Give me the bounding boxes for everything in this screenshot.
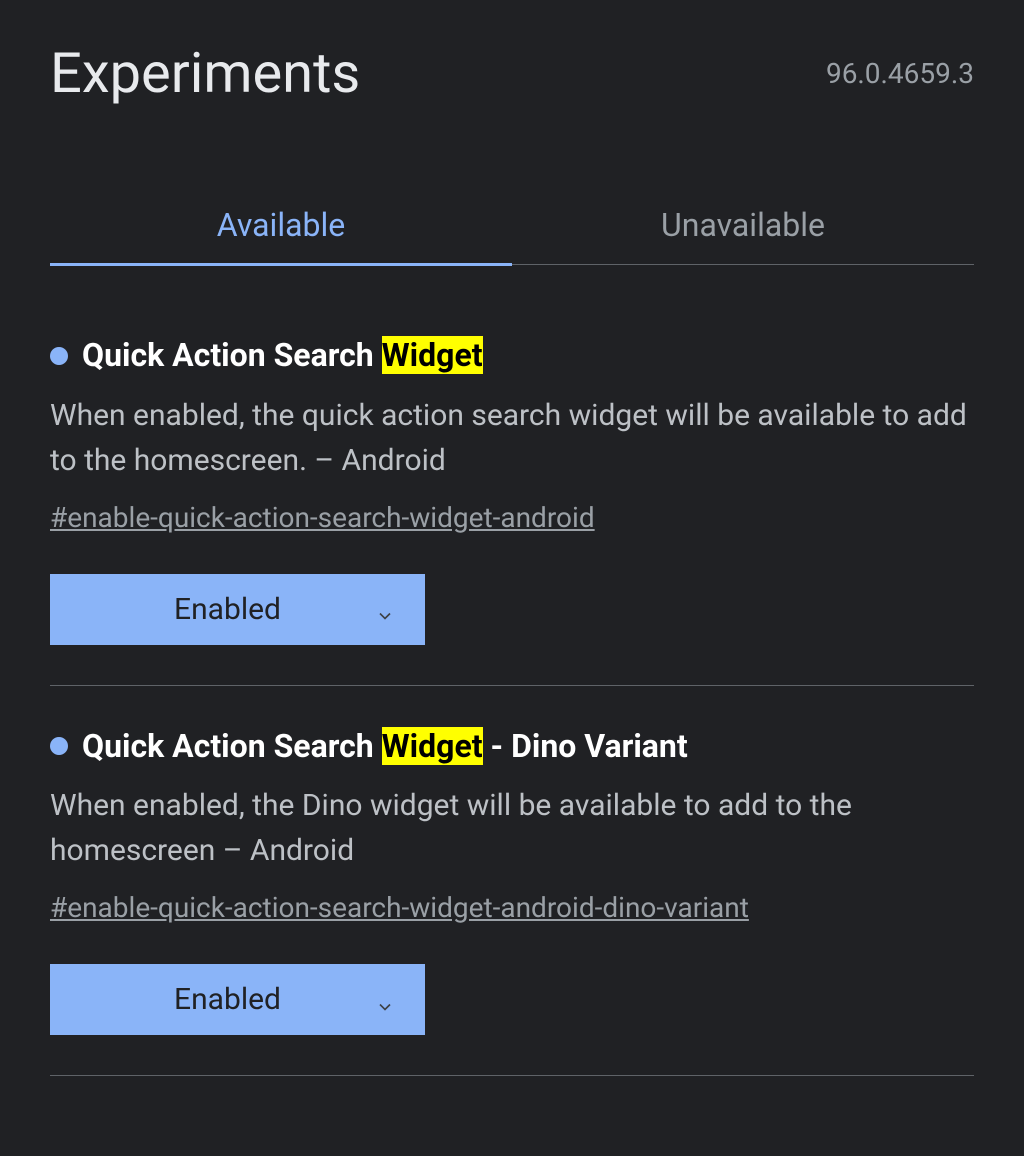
title-suffix: - Dino Variant [483, 727, 688, 765]
chevron-down-icon [375, 599, 395, 619]
title-prefix: Quick Action Search [82, 336, 382, 374]
experiment-dropdown[interactable]: Enabled [50, 964, 425, 1035]
experiment-description: When enabled, the Dino widget will be av… [50, 783, 974, 873]
page-header: Experiments 96.0.4659.3 [50, 40, 974, 106]
title-highlight: Widget [382, 336, 483, 374]
tabs-container: Available Unavailable [50, 186, 974, 265]
experiment-title-row: Quick Action Search Widget [50, 335, 974, 377]
status-dot-icon [50, 347, 68, 365]
chevron-down-icon [375, 990, 395, 1010]
experiment-flag-link[interactable]: #enable-quick-action-search-widget-andro… [50, 501, 974, 534]
tab-unavailable[interactable]: Unavailable [512, 186, 974, 264]
page-title: Experiments [50, 40, 360, 106]
title-highlight: Widget [382, 727, 483, 765]
version-label: 96.0.4659.3 [826, 57, 974, 90]
experiment-title-row: Quick Action Search Widget - Dino Varian… [50, 726, 974, 768]
dropdown-value: Enabled [80, 982, 375, 1017]
experiment-dropdown[interactable]: Enabled [50, 574, 425, 645]
experiment-title: Quick Action Search Widget [82, 335, 483, 377]
experiment-description: When enabled, the quick action search wi… [50, 393, 974, 483]
title-prefix: Quick Action Search [82, 727, 382, 765]
dropdown-value: Enabled [80, 592, 375, 627]
status-dot-icon [50, 737, 68, 755]
experiment-title: Quick Action Search Widget - Dino Varian… [82, 726, 688, 768]
experiment-flag-link[interactable]: #enable-quick-action-search-widget-andro… [50, 891, 974, 924]
experiment-item: Quick Action Search Widget - Dino Varian… [50, 726, 974, 1077]
experiment-item: Quick Action Search Widget When enabled,… [50, 335, 974, 686]
tab-available[interactable]: Available [50, 186, 512, 264]
